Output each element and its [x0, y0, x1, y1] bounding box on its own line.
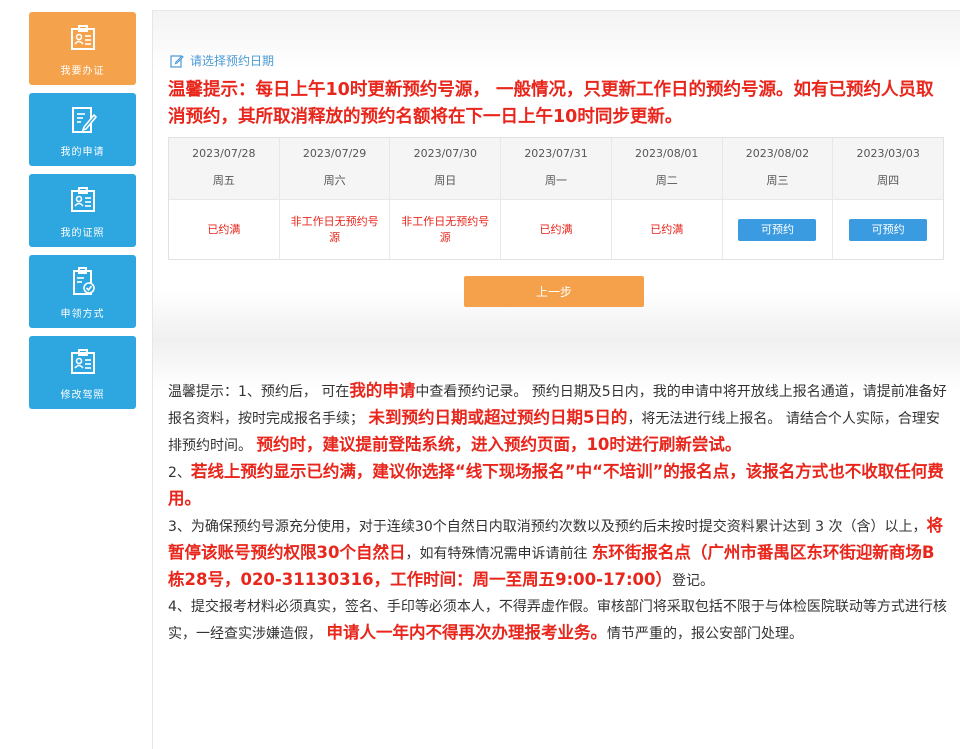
sidebar-item-label: 修改驾照 — [60, 390, 105, 401]
previous-step-button[interactable]: 上一步 — [464, 276, 644, 307]
note-highlight: 申请人一年内不得再次办理报考业务。 — [326, 623, 607, 642]
note-text: 登记。 — [672, 573, 715, 589]
sidebar-item-label: 申领方式 — [60, 309, 105, 320]
date-column: 2023/08/01 周二已约满 — [611, 138, 723, 259]
date-label: 2023/08/02 — [745, 147, 810, 160]
weekday-label: 周一 — [545, 174, 568, 187]
date-status-cell: 可预约 — [833, 200, 943, 259]
id-card-icon — [70, 25, 95, 50]
date-column: 2023/07/29 周六非工作日无预约号源 — [279, 138, 391, 259]
date-status-cell: 可预约 — [723, 200, 833, 259]
date-label: 2023/08/01 — [635, 147, 699, 160]
note-text: 温馨提示：1、预约后， 可在 — [168, 384, 350, 400]
id-card-icon — [70, 187, 95, 212]
date-column-header: 2023/07/28 周五 — [169, 138, 279, 200]
sidebar-item-my-licenses[interactable]: 我的证照 — [29, 174, 136, 247]
date-status-cell: 已约满 — [501, 200, 611, 259]
note-text: ，如有特殊情况需申诉请前往 — [405, 546, 592, 562]
note-text: 2、 — [168, 465, 191, 481]
status-text: 已约满 — [539, 222, 573, 236]
status-text: 非工作日无预约号源 — [290, 214, 379, 244]
weekday-label: 周二 — [655, 174, 678, 187]
book-button[interactable]: 可预约 — [738, 218, 817, 241]
date-column-header: 2023/03/03 周四 — [833, 138, 944, 200]
weekday-label: 周五 — [212, 174, 235, 187]
date-label: 2023/07/29 — [302, 147, 367, 160]
sidebar-item-apply-license[interactable]: 我要办证 — [29, 12, 136, 85]
weekday-label: 周三 — [766, 174, 789, 187]
date-column: 2023/07/30 周日非工作日无预约号源 — [390, 138, 502, 259]
checklist-icon — [72, 267, 95, 295]
note-text: 3、为确保预约号源充分使用，对于连续30个自然日内取消预约次数以及预约后未按时提… — [168, 519, 927, 535]
date-status-cell: 非工作日无预约号源 — [390, 200, 500, 259]
date-selection-table: 2023/07/28 周五 已约满 2023/07/29 周六 非工作日无预约号源 2023… — [168, 137, 944, 260]
edit-document-icon — [71, 107, 97, 133]
note-3: 3、为确保预约号源充分使用，对于连续30个自然日内取消预约次数以及预约后未按时提… — [168, 513, 950, 594]
status-text: 已约满 — [650, 222, 684, 236]
date-column: 2023/07/28 周五已约满 — [169, 138, 280, 259]
status-text: 已约满 — [207, 222, 241, 236]
edit-icon — [170, 54, 184, 68]
date-column-header: 2023/08/01 周二 — [611, 138, 722, 200]
note-4: 4、提交报考材料必须真实，签名、手印等必须本人，不得弄虚作假。审核部门将采取包括… — [168, 594, 950, 647]
date-column-header: 2023/08/02 周三 — [722, 138, 833, 200]
date-status-cell: 非工作日无预约号源 — [280, 200, 390, 259]
date-status-cell: 已约满 — [169, 200, 279, 259]
sidebar-item-label: 我的申请 — [60, 147, 105, 158]
sidebar: 我要办证 我的申请 我的证照 申领方式 修改驾照 — [0, 0, 150, 749]
date-column-header: 2023/07/30 周日 — [390, 138, 501, 200]
top-notice: 温馨提示：每日上午10时更新预约号源， 一般情况，只更新工作日的预约号源。如有已… — [168, 80, 934, 127]
date-column-header: 2023/07/29 周六 — [279, 138, 390, 200]
date-label: 2023/07/28 — [192, 147, 256, 160]
date-label: 2023/07/30 — [413, 147, 477, 160]
sidebar-item-my-applications[interactable]: 我的申请 — [29, 93, 136, 166]
divider — [153, 10, 960, 11]
section-title: 请选择预约日期 — [170, 52, 274, 69]
note-highlight: 若线上预约显示已约满，建议你选择“线下现场报名”中“不培训”的报名点，该报名方式… — [168, 462, 944, 508]
id-card-icon — [70, 349, 95, 374]
weekday-label: 周四 — [877, 174, 900, 187]
date-column: 2023/07/31 周一已约满 — [501, 138, 612, 259]
date-status-cell: 已约满 — [612, 200, 722, 259]
note-highlight: 预约时，建议提前登陆系统，进入预约页面，10时进行刷新尝试。 — [256, 435, 742, 454]
date-column: 2023/03/03 周四可预约 — [833, 138, 944, 259]
sidebar-item-label: 我的证照 — [60, 228, 105, 239]
divider — [152, 10, 153, 749]
weekday-label: 周日 — [434, 174, 457, 187]
section-title-text: 请选择预约日期 — [190, 54, 275, 68]
sidebar-item-application-method[interactable]: 申领方式 — [29, 255, 136, 328]
sidebar-item-modify-license[interactable]: 修改驾照 — [29, 336, 136, 409]
date-label: 2023/07/31 — [524, 147, 588, 160]
sidebar-item-label: 我要办证 — [60, 66, 105, 77]
date-column: 2023/08/02 周三可预约 — [722, 138, 834, 259]
note-1: 温馨提示：1、预约后， 可在我的申请中查看预约记录。 预约日期及5日内，我的申请… — [168, 378, 950, 459]
status-text: 非工作日无预约号源 — [401, 214, 490, 244]
note-text: 情节严重的，报公安部门处理。 — [606, 626, 803, 642]
note-2: 2、若线上预约显示已约满，建议你选择“线下现场报名”中“不培训”的报名点，该报名… — [168, 459, 950, 513]
date-column-header: 2023/07/31 周一 — [501, 138, 611, 200]
my-applications-link: 我的申请 — [349, 381, 416, 400]
weekday-label: 周六 — [323, 174, 346, 187]
date-label: 2023/03/03 — [856, 147, 920, 160]
book-button[interactable]: 可预约 — [849, 218, 928, 241]
note-highlight: 未到预约日期或超过预约日期5日的 — [368, 408, 628, 427]
notes-section: 温馨提示：1、预约后， 可在我的申请中查看预约记录。 预约日期及5日内，我的申请… — [168, 378, 950, 647]
